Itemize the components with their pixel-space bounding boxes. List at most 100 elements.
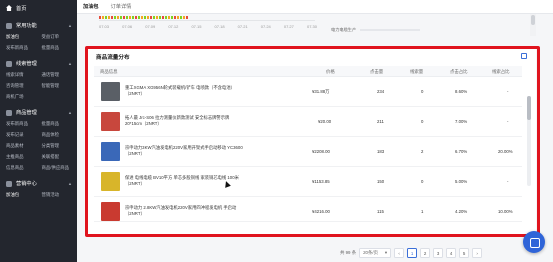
sidebar-link[interactable]: 线索详情 bbox=[6, 72, 42, 78]
page-button[interactable]: 3 bbox=[433, 248, 444, 258]
sidebar-group-header[interactable]: 营销中心 ▲ bbox=[0, 177, 77, 190]
column-header[interactable]: 点击量 bbox=[370, 69, 383, 75]
product-traffic-card: 商品流量分布 商品信息 价格 点击量 线索量 点击占比 线索占比 重工XGMA … bbox=[88, 49, 536, 235]
sidebar-group-header[interactable]: 线索管理 ▲ bbox=[0, 57, 77, 70]
x-tick: 07.27 bbox=[283, 24, 294, 29]
table-row[interactable]: 拓人最 Jrc-S06 拉力测量仪新款测试 安全标志牌警示牌 20*15cm（2… bbox=[94, 108, 522, 137]
column-header[interactable]: 点击占比 bbox=[450, 69, 468, 75]
page-size-select[interactable]: 20条/页 ▾ bbox=[359, 248, 392, 258]
sidebar-link[interactable]: 营销活动 bbox=[42, 192, 78, 198]
chevron-up-icon: ▲ bbox=[68, 181, 72, 186]
page-button[interactable]: 4 bbox=[446, 248, 457, 258]
x-tick: 07.30 bbox=[306, 24, 317, 29]
click-share-cell: 7.00% bbox=[455, 119, 468, 124]
sidebar-link[interactable]: 发布新商品 bbox=[6, 45, 42, 51]
customer-service-float-button[interactable] bbox=[523, 231, 545, 253]
x-tick: 07.21 bbox=[237, 24, 248, 29]
sidebar-home[interactable]: 首页 bbox=[0, 0, 77, 16]
x-tick: 07.15 bbox=[191, 24, 202, 29]
clicks-cell: 211 bbox=[377, 119, 384, 124]
price-cell: ¥20.00 bbox=[318, 119, 332, 124]
export-icon[interactable] bbox=[521, 53, 527, 59]
column-header[interactable]: 线索量 bbox=[410, 69, 423, 75]
sidebar-link[interactable]: 受益订单 bbox=[42, 34, 78, 40]
chevron-up-icon: ▲ bbox=[68, 110, 72, 115]
x-tick: 07.18 bbox=[214, 24, 225, 29]
product-thumbnail bbox=[101, 172, 120, 191]
product-icon bbox=[6, 109, 12, 116]
prev-page-button[interactable]: ‹ bbox=[394, 248, 405, 258]
product-name[interactable]: 宗申动力 2.8KW汽油发电机220V家用四冲程发电机 手启动（2NRT） bbox=[125, 205, 245, 217]
column-header[interactable]: 线索占比 bbox=[492, 69, 510, 75]
product-name[interactable]: 重工XGMA XG956N轮式装载机/铲车 电喷款（不含电池）（2NRT） bbox=[125, 85, 245, 97]
sidebar-link[interactable]: 信息商品 bbox=[6, 165, 42, 171]
scrollbar[interactable] bbox=[530, 14, 536, 36]
x-tick: 07.24 bbox=[260, 24, 271, 29]
x-tick: 07.03 bbox=[99, 24, 110, 29]
sidebar-link[interactable]: 发布新商品 bbox=[6, 121, 42, 127]
table-scrollbar[interactable] bbox=[527, 96, 531, 186]
sidebar-link[interactable]: 关联搭配 bbox=[42, 154, 78, 160]
sidebar-group-header[interactable]: 商品管理 ▲ bbox=[0, 106, 77, 119]
sidebar-link[interactable]: 加油包 bbox=[6, 192, 42, 198]
table-row[interactable]: 宗申动力3KW汽油发电机220V家用开架式手启动移动 YC3600（2NRT） … bbox=[94, 138, 522, 167]
lead-share-cell: 20.00% bbox=[498, 149, 513, 154]
top-tab-bar: 加油包 订单详情 bbox=[77, 0, 553, 14]
sidebar-group-products: 商品管理 ▲ 发布新商品 批量商品 发布记录 商品体检 商品素材 分类管理 主推… bbox=[0, 106, 77, 174]
sidebar-group-common: 常用功能 ▲ 加油包 受益订单 发布新商品 批量商品 bbox=[0, 19, 77, 54]
sidebar-link[interactable]: 商品/供应商品 bbox=[42, 165, 78, 171]
sidebar-link[interactable]: 商品体检 bbox=[42, 132, 78, 138]
chevron-down-icon: ▾ bbox=[384, 250, 388, 255]
sidebar-group-marketing: 营销中心 ▲ 加油包 营销活动 bbox=[0, 177, 77, 201]
sidebar-link[interactable]: 通话管理 bbox=[42, 72, 78, 78]
product-thumbnail bbox=[101, 112, 120, 131]
product-thumbnail bbox=[101, 82, 120, 101]
next-page-button[interactable]: › bbox=[472, 248, 483, 258]
sidebar-group-header[interactable]: 常用功能 ▲ bbox=[0, 19, 77, 32]
sidebar-link[interactable]: 商机广场 bbox=[6, 94, 42, 100]
leads-cell: 1 bbox=[421, 209, 424, 214]
sidebar-link[interactable]: 智能管理 bbox=[42, 83, 78, 89]
table-header: 商品信息 价格 点击量 线索量 点击占比 线索占比 bbox=[94, 66, 522, 77]
sidebar-link[interactable]: 加油包 bbox=[6, 34, 42, 40]
table-row[interactable]: 重工XGMA XG956N轮式装载机/铲车 电喷款（不含电池）（2NRT） ¥3… bbox=[94, 78, 522, 107]
sidebar-link[interactable]: 商品素材 bbox=[6, 143, 42, 149]
sidebar-link[interactable]: 发布记录 bbox=[6, 132, 42, 138]
sidebar-link[interactable]: 分类管理 bbox=[42, 143, 78, 149]
pagination: 共 99 条 20条/页 ▾ ‹ 1 2 3 4 5 › bbox=[340, 247, 483, 259]
lead-share-cell: - bbox=[507, 119, 509, 124]
sidebar-link[interactable]: 主推商品 bbox=[6, 154, 42, 160]
tab-order-details[interactable]: 订单详情 bbox=[111, 3, 132, 10]
common-functions-icon bbox=[6, 22, 12, 29]
x-tick: 07.12 bbox=[168, 24, 179, 29]
sidebar-link[interactable]: 批量商品 bbox=[42, 45, 78, 51]
click-share-cell: 4.20% bbox=[455, 209, 468, 214]
product-thumbnail bbox=[101, 142, 120, 161]
marketing-icon bbox=[6, 180, 12, 187]
column-header: 价格 bbox=[326, 69, 335, 74]
page-button[interactable]: 1 bbox=[407, 248, 418, 258]
tab-fuel-pack[interactable]: 加油包 bbox=[83, 3, 99, 10]
lead-share-cell: - bbox=[507, 89, 509, 94]
product-name[interactable]: 宗申动力3KW汽油发电机220V家用开架式手启动移动 YC3600（2NRT） bbox=[125, 145, 245, 157]
home-icon bbox=[6, 5, 12, 11]
price-cell: ¥4216.00 bbox=[312, 209, 330, 214]
table-row[interactable]: 宗申动力 2.8KW汽油发电机220V家用四冲程发电机 手启动（2NRT） ¥4… bbox=[94, 198, 522, 222]
page-button[interactable]: 5 bbox=[459, 248, 470, 258]
leads-icon bbox=[6, 60, 12, 67]
clicks-cell: 183 bbox=[377, 149, 385, 154]
lead-share-cell: - bbox=[507, 179, 509, 184]
click-share-cell: 6.70% bbox=[455, 149, 468, 154]
sidebar-group-leads: 线索管理 ▲ 线索详情 通话管理 咨询管理 智能管理 商机广场 bbox=[0, 57, 77, 103]
clicks-cell: 115 bbox=[377, 209, 384, 214]
card-title: 商品流量分布 bbox=[96, 55, 130, 61]
table-row[interactable]: 保进 电线电缆 BV10平方 单芯多股铜线 家装铜芯电线 100米（2NRT） … bbox=[94, 168, 522, 197]
page-button[interactable]: 2 bbox=[420, 248, 431, 258]
price-cell: ¥31.88万 bbox=[312, 89, 330, 94]
sidebar-link[interactable]: 批量商品 bbox=[42, 121, 78, 127]
product-name[interactable]: 拓人最 Jrc-S06 拉力测量仪新款测试 安全标志牌警示牌 20*15cm（2… bbox=[125, 115, 245, 127]
sidebar-link[interactable]: 咨询管理 bbox=[6, 83, 42, 89]
x-tick: 07.06 bbox=[122, 24, 133, 29]
category-bar bbox=[360, 29, 421, 31]
sidebar-group-title: 商品管理 bbox=[16, 110, 37, 116]
